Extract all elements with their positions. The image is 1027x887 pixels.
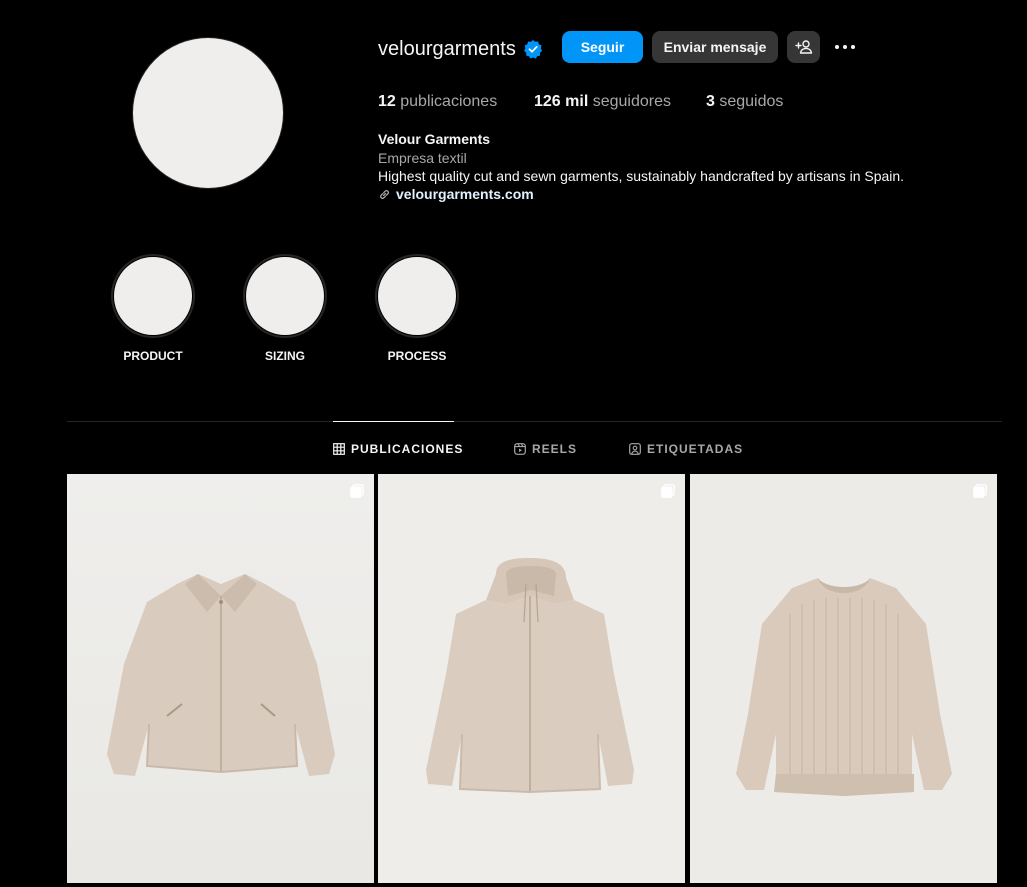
tab-etiquetadas[interactable]: ETIQUETADAS: [629, 441, 743, 457]
carousel-icon: [661, 484, 675, 498]
tab-label: PUBLICACIONES: [351, 442, 464, 456]
bio-link-text: velourgarments.com: [396, 186, 534, 202]
tab-label: ETIQUETADAS: [647, 442, 744, 456]
post-image-jacket: [67, 474, 374, 883]
post-tile-3[interactable]: [690, 474, 997, 883]
grid-icon: [333, 443, 345, 455]
verified-badge-icon: [524, 40, 543, 59]
reels-icon: [514, 443, 526, 455]
post-image-sweater: [690, 474, 997, 883]
tabs-divider: [67, 421, 1002, 422]
highlight-ring: [375, 254, 459, 338]
following-stat[interactable]: 3 seguidos: [706, 92, 783, 112]
more-options-icon[interactable]: [832, 35, 858, 59]
active-tab-indicator: [333, 421, 454, 422]
post-image-hoodie-jacket: [378, 474, 685, 883]
highlight-cover: [246, 257, 324, 335]
highlight-ring: [243, 254, 327, 338]
post-tile-2[interactable]: [378, 474, 685, 883]
bio-text: Highest quality cut and sewn garments, s…: [378, 168, 905, 184]
highlight-process[interactable]: PROCESS: [373, 254, 461, 363]
tab-publicaciones[interactable]: PUBLICACIONES: [333, 441, 463, 457]
highlight-label: PROCESS: [387, 349, 447, 363]
tab-reels[interactable]: REELS: [514, 441, 577, 457]
carousel-icon: [973, 484, 987, 498]
bio-category: Empresa textil: [378, 150, 467, 166]
link-icon: [380, 189, 389, 199]
following-label: seguidos: [719, 93, 784, 110]
suggest-users-button[interactable]: [787, 31, 820, 63]
posts-label: publicaciones: [400, 93, 498, 110]
posts-count: 12: [378, 93, 396, 110]
post-tile-1[interactable]: [67, 474, 374, 883]
profile-avatar[interactable]: [133, 38, 283, 188]
posts-count-stat: 12 publicaciones: [378, 92, 497, 112]
highlight-cover: [378, 257, 456, 335]
send-message-button[interactable]: Enviar mensaje: [652, 31, 778, 63]
profile-username: velourgarments: [378, 38, 516, 60]
highlight-cover: [114, 257, 192, 335]
highlight-product[interactable]: PRODUCT: [109, 254, 197, 363]
highlight-ring: [111, 254, 195, 338]
add-user-icon: [794, 40, 812, 54]
bio-name: Velour Garments: [378, 131, 491, 147]
followers-label: seguidores: [592, 93, 671, 110]
bio-link[interactable]: velourgarments.com: [378, 186, 534, 202]
followers-count: 126 mil: [534, 93, 589, 110]
tagged-icon: [629, 443, 641, 455]
tab-label: REELS: [532, 442, 578, 456]
carousel-icon: [350, 484, 364, 498]
highlight-label: PRODUCT: [123, 349, 183, 363]
highlight-sizing[interactable]: SIZING: [241, 254, 329, 363]
follow-button[interactable]: Seguir: [562, 31, 643, 63]
followers-stat[interactable]: 126 mil seguidores: [534, 92, 671, 112]
highlight-label: SIZING: [264, 349, 305, 363]
following-count: 3: [706, 93, 715, 110]
